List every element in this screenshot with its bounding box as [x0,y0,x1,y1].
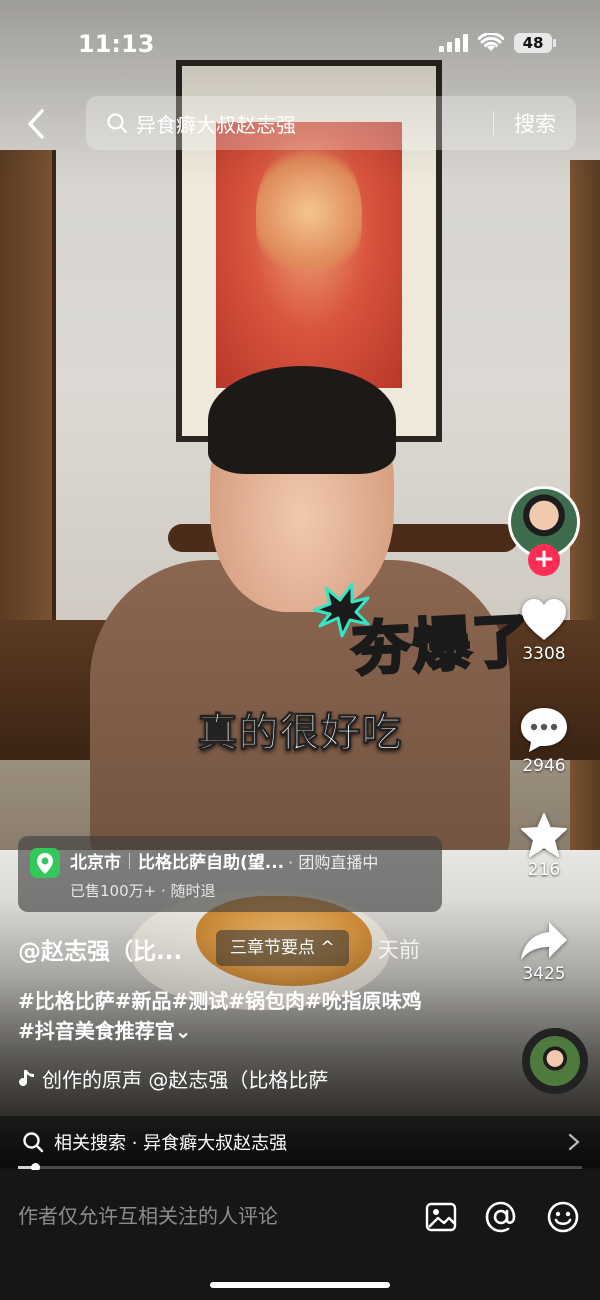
comment-icon [521,708,567,752]
location-title-row: 北京市 比格比萨自助(望... · 团购直播中 [70,848,378,873]
search-bar[interactable]: 异食癖大叔赵志强 搜索 [86,96,576,150]
comment-bar: 作者仅允许互相关注的人评论 [0,1170,600,1300]
star-icon [521,813,567,857]
music-info[interactable]: 创作的原声 @赵志强（比格比萨 [18,1064,378,1093]
chapter-points-button[interactable]: 三章节要点 ^ [216,930,349,966]
music-title: 创作的原声 @赵志强（比格比萨 [42,1068,329,1092]
related-search-bar[interactable]: 相关搜索 · 异食癖大叔赵志强 [0,1116,600,1168]
hashtag-list[interactable]: #比格比萨#新品#测试#锅包肉#吮指原味鸡 #抖音美食推荐官⌄ [18,986,478,1046]
location-card[interactable]: 北京市 比格比萨自助(望... · 团购直播中 已售100万+ · 随时退 [18,836,442,912]
related-search-text: 相关搜索 · 异食癖大叔赵志强 [54,1133,288,1154]
back-button[interactable] [18,104,54,144]
comment-input[interactable]: 作者仅允许互相关注的人评论 [18,1200,278,1229]
wifi-icon [478,33,504,51]
location-subtitle: 已售100万+ · 随时退 [70,882,216,900]
search-button[interactable]: 搜索 [494,108,576,138]
search-icon [23,1132,44,1153]
favorite-count: 216 [527,860,561,880]
status-bar: 11:13 48 [0,0,600,84]
search-input[interactable]: 异食癖大叔赵志强 [136,109,493,138]
video-door-left [0,150,56,660]
map-pin-icon [30,848,60,878]
location-name: 比格比萨自助(望... [138,853,285,873]
emoji-icon[interactable] [546,1200,580,1234]
chevron-left-icon [28,109,44,139]
author-name[interactable]: @赵志强（比... [18,932,182,966]
like-button[interactable]: 3308 [488,598,600,664]
location-tag: · 团购直播中 [288,852,379,872]
search-icon [107,113,128,134]
follow-button[interactable]: + [528,544,560,576]
share-button[interactable]: 3425 [488,920,600,984]
status-icons: 48 [439,33,556,53]
post-time: 天前 [378,938,420,962]
video-progress-bar[interactable] [18,1163,582,1172]
signal-icon [439,34,468,52]
chevron-right-icon [568,1133,580,1151]
heart-icon [522,599,566,640]
home-indicator [210,1282,390,1288]
hashtag-line-2[interactable]: #抖音美食推荐官⌄ [18,1016,478,1046]
share-arrow-icon [521,922,567,960]
share-count: 3425 [522,964,566,984]
hashtag-line-1[interactable]: #比格比萨#新品#测试#锅包肉#吮指原味鸡 [18,986,478,1016]
image-icon[interactable] [424,1200,458,1234]
battery-icon: 48 [514,33,556,53]
comment-count: 2946 [522,756,566,776]
comment-button[interactable]: 2946 [488,706,600,776]
location-city: 北京市 [70,853,121,873]
like-count: 3308 [522,644,566,664]
music-disc-avatar[interactable] [522,1028,588,1094]
music-note-icon [19,1069,34,1086]
status-time: 11:13 [78,30,155,58]
location-divider [129,852,130,869]
video-person-hair [208,366,396,474]
mention-icon[interactable] [484,1200,518,1234]
favorite-button[interactable]: 216 [488,812,600,880]
